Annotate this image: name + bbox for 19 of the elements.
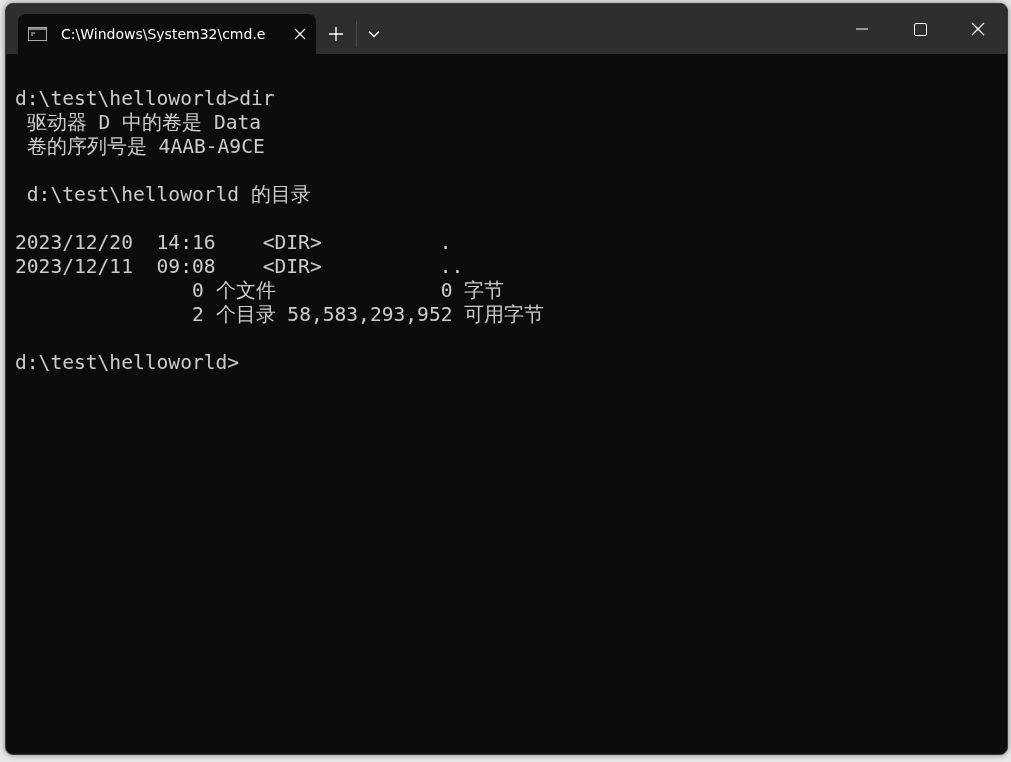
terminal-tab[interactable]: C:\Windows\System32\cmd.e bbox=[18, 14, 316, 54]
maximize-icon bbox=[913, 22, 927, 36]
close-icon bbox=[971, 22, 985, 36]
plus-icon bbox=[329, 27, 343, 41]
console-line: d:\test\helloworld>dir bbox=[15, 87, 275, 111]
console-line: 2 个目录 58,583,293,952 可用字节 bbox=[190, 303, 545, 327]
close-tab-button[interactable] bbox=[294, 28, 306, 40]
minimize-icon bbox=[856, 28, 868, 30]
console-line: 2023/12/20 14:16 <DIR> . bbox=[15, 231, 452, 255]
console-line: 驱动器 D 中的卷是 Data bbox=[25, 111, 262, 135]
console-line: 2023/12/11 09:08 <DIR> .. bbox=[15, 255, 464, 279]
console-line: d:\test\helloworld> bbox=[15, 351, 240, 375]
close-icon bbox=[294, 28, 306, 40]
console-line: 0 个文件 0 字节 bbox=[190, 279, 505, 303]
tab-title: C:\Windows\System32\cmd.e bbox=[61, 26, 267, 42]
chevron-down-icon bbox=[368, 30, 380, 38]
console-icon bbox=[28, 27, 47, 41]
console-line: 卷的序列号是 4AAB-A9CE bbox=[25, 135, 265, 159]
console-line: d:\test\helloworld 的目录 bbox=[25, 183, 311, 207]
